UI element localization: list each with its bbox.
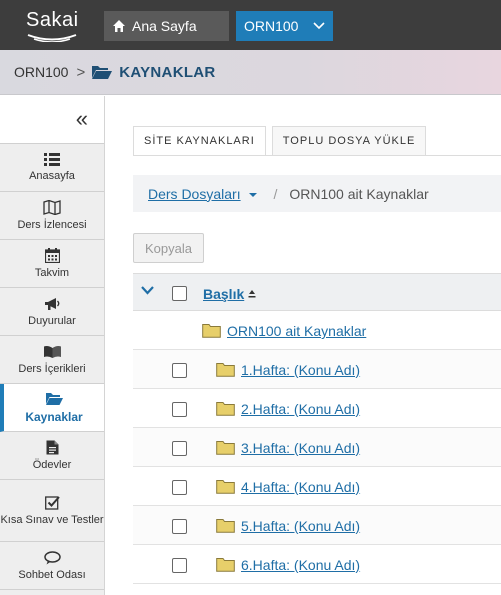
breadcrumb-site[interactable]: ORN100 [14,64,68,80]
folder-link[interactable]: 1.Hafta: (Konu Adı) [241,362,360,378]
sidebar-item-kisa-sinav[interactable]: Kısa Sınav ve Testler [0,480,104,542]
breadcrumb-separator: > [76,63,86,81]
table-row: ORN100 ait Kaynaklar [133,311,501,350]
chevron-down-icon[interactable] [141,286,154,295]
current-folder: ORN100 ait Kaynaklar [289,185,429,202]
sakai-logo[interactable]: Sakai [26,9,82,43]
folder-icon [216,441,235,455]
sidebar-item-takvim[interactable]: Takvim [0,240,104,288]
sidebar-item-anasayfa[interactable]: Anasayfa [0,144,104,192]
row-checkbox[interactable] [172,558,187,573]
sidebar-item-label: Sohbet Odası [18,568,86,581]
main-content: SİTE KAYNAKLARI TOPLU DOSYA YÜKLE Ders D… [105,96,501,595]
folder-link[interactable]: 3.Hafta: (Konu Adı) [241,440,360,456]
megaphone-icon [44,297,59,310]
row-checkbox[interactable] [172,402,187,417]
sort-icon[interactable] [248,290,256,299]
sidebar-item-duyurular[interactable]: Duyurular [0,288,104,336]
table-row: 4.Hafta: (Konu Adı) [133,467,501,506]
folder-path-bar: Ders Dosyaları / ORN100 ait Kaynaklar [133,175,501,212]
calendar-icon [44,248,60,263]
sidebar-item-label: Ödevler [32,459,72,471]
logo-text: Sakai [26,9,79,31]
double-chevron-left-icon: « [75,106,88,131]
top-bar: Sakai Ana Sayfa ORN100 [0,0,501,50]
sidebar-item-label: Duyurular [28,314,76,327]
logo-wave-icon [27,34,77,42]
table-row: 6.Hafta: (Konu Adı) [133,545,501,584]
resources-table: Başlık ORN100 ait Kaynaklar 1.Hafta: (Ko… [133,273,501,584]
home-label: Ana Sayfa [132,18,197,34]
table-row: 5.Hafta: (Konu Adı) [133,506,501,545]
sidebar-item-label: Anasayfa [29,170,75,182]
folder-icon [216,402,235,416]
home-icon [113,20,125,32]
site-selector-button[interactable]: ORN100 [236,11,333,41]
sidebar-item-ders-izlencesi[interactable]: Ders İzlencesi [0,192,104,240]
folder-link[interactable]: 2.Hafta: (Konu Adı) [241,401,360,417]
folder-icon [216,363,235,377]
document-icon [46,440,58,455]
tab-bar: SİTE KAYNAKLARI TOPLU DOSYA YÜKLE [133,126,432,156]
sidebar-item-label: Ders İçerikleri [18,362,86,375]
collapse-sidebar-button[interactable]: « [0,96,104,144]
list-icon [44,153,60,166]
breadcrumb-tool: KAYNAKLAR [91,64,215,81]
table-row: 3.Hafta: (Konu Adı) [133,428,501,467]
site-label: ORN100 [244,18,299,34]
chevron-down-icon [313,22,325,30]
folder-dropdown-label: Ders Dosyaları [148,185,241,202]
check-square-icon [44,496,60,510]
copy-button[interactable]: Kopyala [133,233,204,263]
folder-link[interactable]: 5.Hafta: (Konu Adı) [241,518,360,534]
sidebar-item-label: Ders İzlencesi [17,219,87,231]
table-row: 1.Hafta: (Konu Adı) [133,350,501,389]
sidebar-item-odevler[interactable]: Ödevler [0,432,104,480]
folder-dropdown[interactable]: Ders Dosyaları [148,185,258,202]
breadcrumb-tool-label: KAYNAKLAR [119,63,216,81]
sidebar-item-kaynaklar[interactable]: Kaynaklar [0,384,104,432]
table-header: Başlık [133,273,501,311]
sidebar-item-label: Takvim [34,267,70,279]
row-checkbox[interactable] [172,441,187,456]
folder-icon [202,324,221,338]
row-checkbox[interactable] [172,519,187,534]
chat-icon [43,550,61,564]
map-icon [43,200,61,215]
book-icon [43,345,61,358]
sidebar-item-label: Kaynaklar [25,409,83,424]
path-separator: / [273,185,278,202]
tab-toplu-dosya-yukle[interactable]: TOPLU DOSYA YÜKLE [271,126,427,156]
select-all-checkbox[interactable] [172,286,187,301]
home-button[interactable]: Ana Sayfa [104,11,229,41]
folder-icon [216,480,235,494]
table-row: 2.Hafta: (Konu Adı) [133,389,501,428]
folder-link[interactable]: 6.Hafta: (Konu Adı) [241,557,360,573]
folder-link[interactable]: 4.Hafta: (Konu Adı) [241,479,360,495]
tab-divider [133,155,501,156]
row-checkbox[interactable] [172,480,187,495]
sidebar: « Anasayfa Ders İzlencesi Takvim Duyurul… [0,96,105,595]
folder-open-icon [45,392,63,405]
breadcrumb: ORN100 > KAYNAKLAR [0,50,501,95]
folder-open-icon [92,66,113,79]
tab-site-kaynaklari[interactable]: SİTE KAYNAKLARI [133,126,266,156]
row-checkbox[interactable] [172,363,187,378]
folder-icon [216,558,235,572]
sidebar-item-label: Kısa Sınav ve Testler [0,514,104,526]
column-title[interactable]: Başlık [203,286,244,302]
sidebar-item-ders-icerikleri[interactable]: Ders İçerikleri [0,336,104,384]
caret-down-icon [249,192,258,197]
folder-icon [216,519,235,533]
root-folder-link[interactable]: ORN100 ait Kaynaklar [227,323,366,339]
sidebar-item-sohbet-odasi[interactable]: Sohbet Odası [0,542,104,590]
